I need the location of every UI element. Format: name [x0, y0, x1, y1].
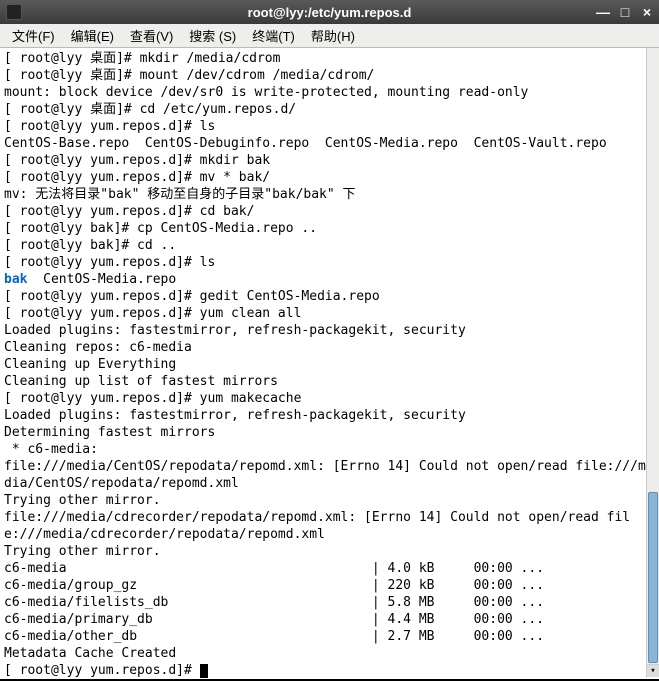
scroll-thumb[interactable]: [648, 492, 658, 663]
directory-name: bak: [4, 272, 27, 287]
terminal-line: CentOS-Base.repo CentOS-Debuginfo.repo C…: [4, 135, 655, 152]
terminal-line: Trying other mirror.: [4, 543, 655, 560]
terminal-line: file:///media/cdrecorder/repodata/repomd…: [4, 509, 655, 543]
window-titlebar: root@lyy:/etc/yum.repos.d — □ ×: [0, 0, 659, 24]
terminal-line: [ root@lyy yum.repos.d]# ls: [4, 118, 655, 135]
menu-edit[interactable]: 编辑(E): [63, 24, 122, 47]
terminal-line: [ root@lyy yum.repos.d]# cd bak/: [4, 203, 655, 220]
terminal-line: c6-media/filelists_db | 5.8 MB 00:00 ...: [4, 594, 655, 611]
menu-help[interactable]: 帮助(H): [303, 24, 363, 47]
terminal-line: Trying other mirror.: [4, 492, 655, 509]
minimize-button[interactable]: —: [595, 4, 611, 20]
menu-file[interactable]: 文件(F): [4, 24, 63, 47]
terminal-line: [ root@lyy bak]# cd ..: [4, 237, 655, 254]
menu-search[interactable]: 搜索 (S): [181, 24, 244, 47]
terminal-line: [ root@lyy 桌面]# mkdir /media/cdrom: [4, 50, 655, 67]
terminal-line: [ root@lyy yum.repos.d]# gedit CentOS-Me…: [4, 288, 655, 305]
terminal-line: Metadata Cache Created: [4, 645, 655, 662]
terminal-line: bak CentOS-Media.repo: [4, 271, 655, 288]
terminal-icon: [6, 4, 22, 20]
menu-view[interactable]: 查看(V): [122, 24, 181, 47]
terminal-line: c6-media | 4.0 kB 00:00 ...: [4, 560, 655, 577]
terminal-line: [ root@lyy yum.repos.d]# mkdir bak: [4, 152, 655, 169]
terminal-line: Cleaning up Everything: [4, 356, 655, 373]
terminal-line: c6-media/primary_db | 4.4 MB 00:00 ...: [4, 611, 655, 628]
terminal-line: [ root@lyy yum.repos.d]# yum makecache: [4, 390, 655, 407]
terminal-line: file:///media/CentOS/repodata/repomd.xml…: [4, 458, 655, 492]
terminal-line: Cleaning up list of fastest mirrors: [4, 373, 655, 390]
terminal-line: [ root@lyy yum.repos.d]# ls: [4, 254, 655, 271]
terminal-line: Cleaning repos: c6-media: [4, 339, 655, 356]
close-button[interactable]: ×: [639, 4, 655, 20]
terminal-line: mount: block device /dev/sr0 is write-pr…: [4, 84, 655, 101]
window-title: root@lyy:/etc/yum.repos.d: [248, 5, 412, 20]
terminal-line: c6-media/other_db | 2.7 MB 00:00 ...: [4, 628, 655, 645]
terminal-line: Loaded plugins: fastestmirror, refresh-p…: [4, 322, 655, 339]
terminal-line: [ root@lyy bak]# cp CentOS-Media.repo ..: [4, 220, 655, 237]
terminal-line: [ root@lyy 桌面]# cd /etc/yum.repos.d/: [4, 101, 655, 118]
menubar: 文件(F) 编辑(E) 查看(V) 搜索 (S) 终端(T) 帮助(H): [0, 24, 659, 48]
terminal-line: [ root@lyy yum.repos.d]# mv * bak/: [4, 169, 655, 186]
terminal-line: Determining fastest mirrors: [4, 424, 655, 441]
scroll-down-icon[interactable]: ▾: [647, 664, 659, 677]
terminal-line: c6-media/group_gz | 220 kB 00:00 ...: [4, 577, 655, 594]
terminal-output[interactable]: [ root@lyy 桌面]# mkdir /media/cdrom[ root…: [0, 48, 659, 679]
maximize-button[interactable]: □: [617, 4, 633, 20]
terminal-line: mv: 无法将目录"bak" 移动至自身的子目录"bak/bak" 下: [4, 186, 655, 203]
menu-terminal[interactable]: 终端(T): [244, 24, 303, 47]
terminal-line: * c6-media:: [4, 441, 655, 458]
terminal-line: Loaded plugins: fastestmirror, refresh-p…: [4, 407, 655, 424]
cursor: [200, 664, 208, 678]
terminal-line: [ root@lyy yum.repos.d]# yum clean all: [4, 305, 655, 322]
terminal-line: [ root@lyy yum.repos.d]#: [4, 662, 655, 679]
terminal-line: [ root@lyy 桌面]# mount /dev/cdrom /media/…: [4, 67, 655, 84]
window-controls: — □ ×: [595, 4, 655, 20]
scrollbar[interactable]: ▾: [646, 48, 659, 677]
